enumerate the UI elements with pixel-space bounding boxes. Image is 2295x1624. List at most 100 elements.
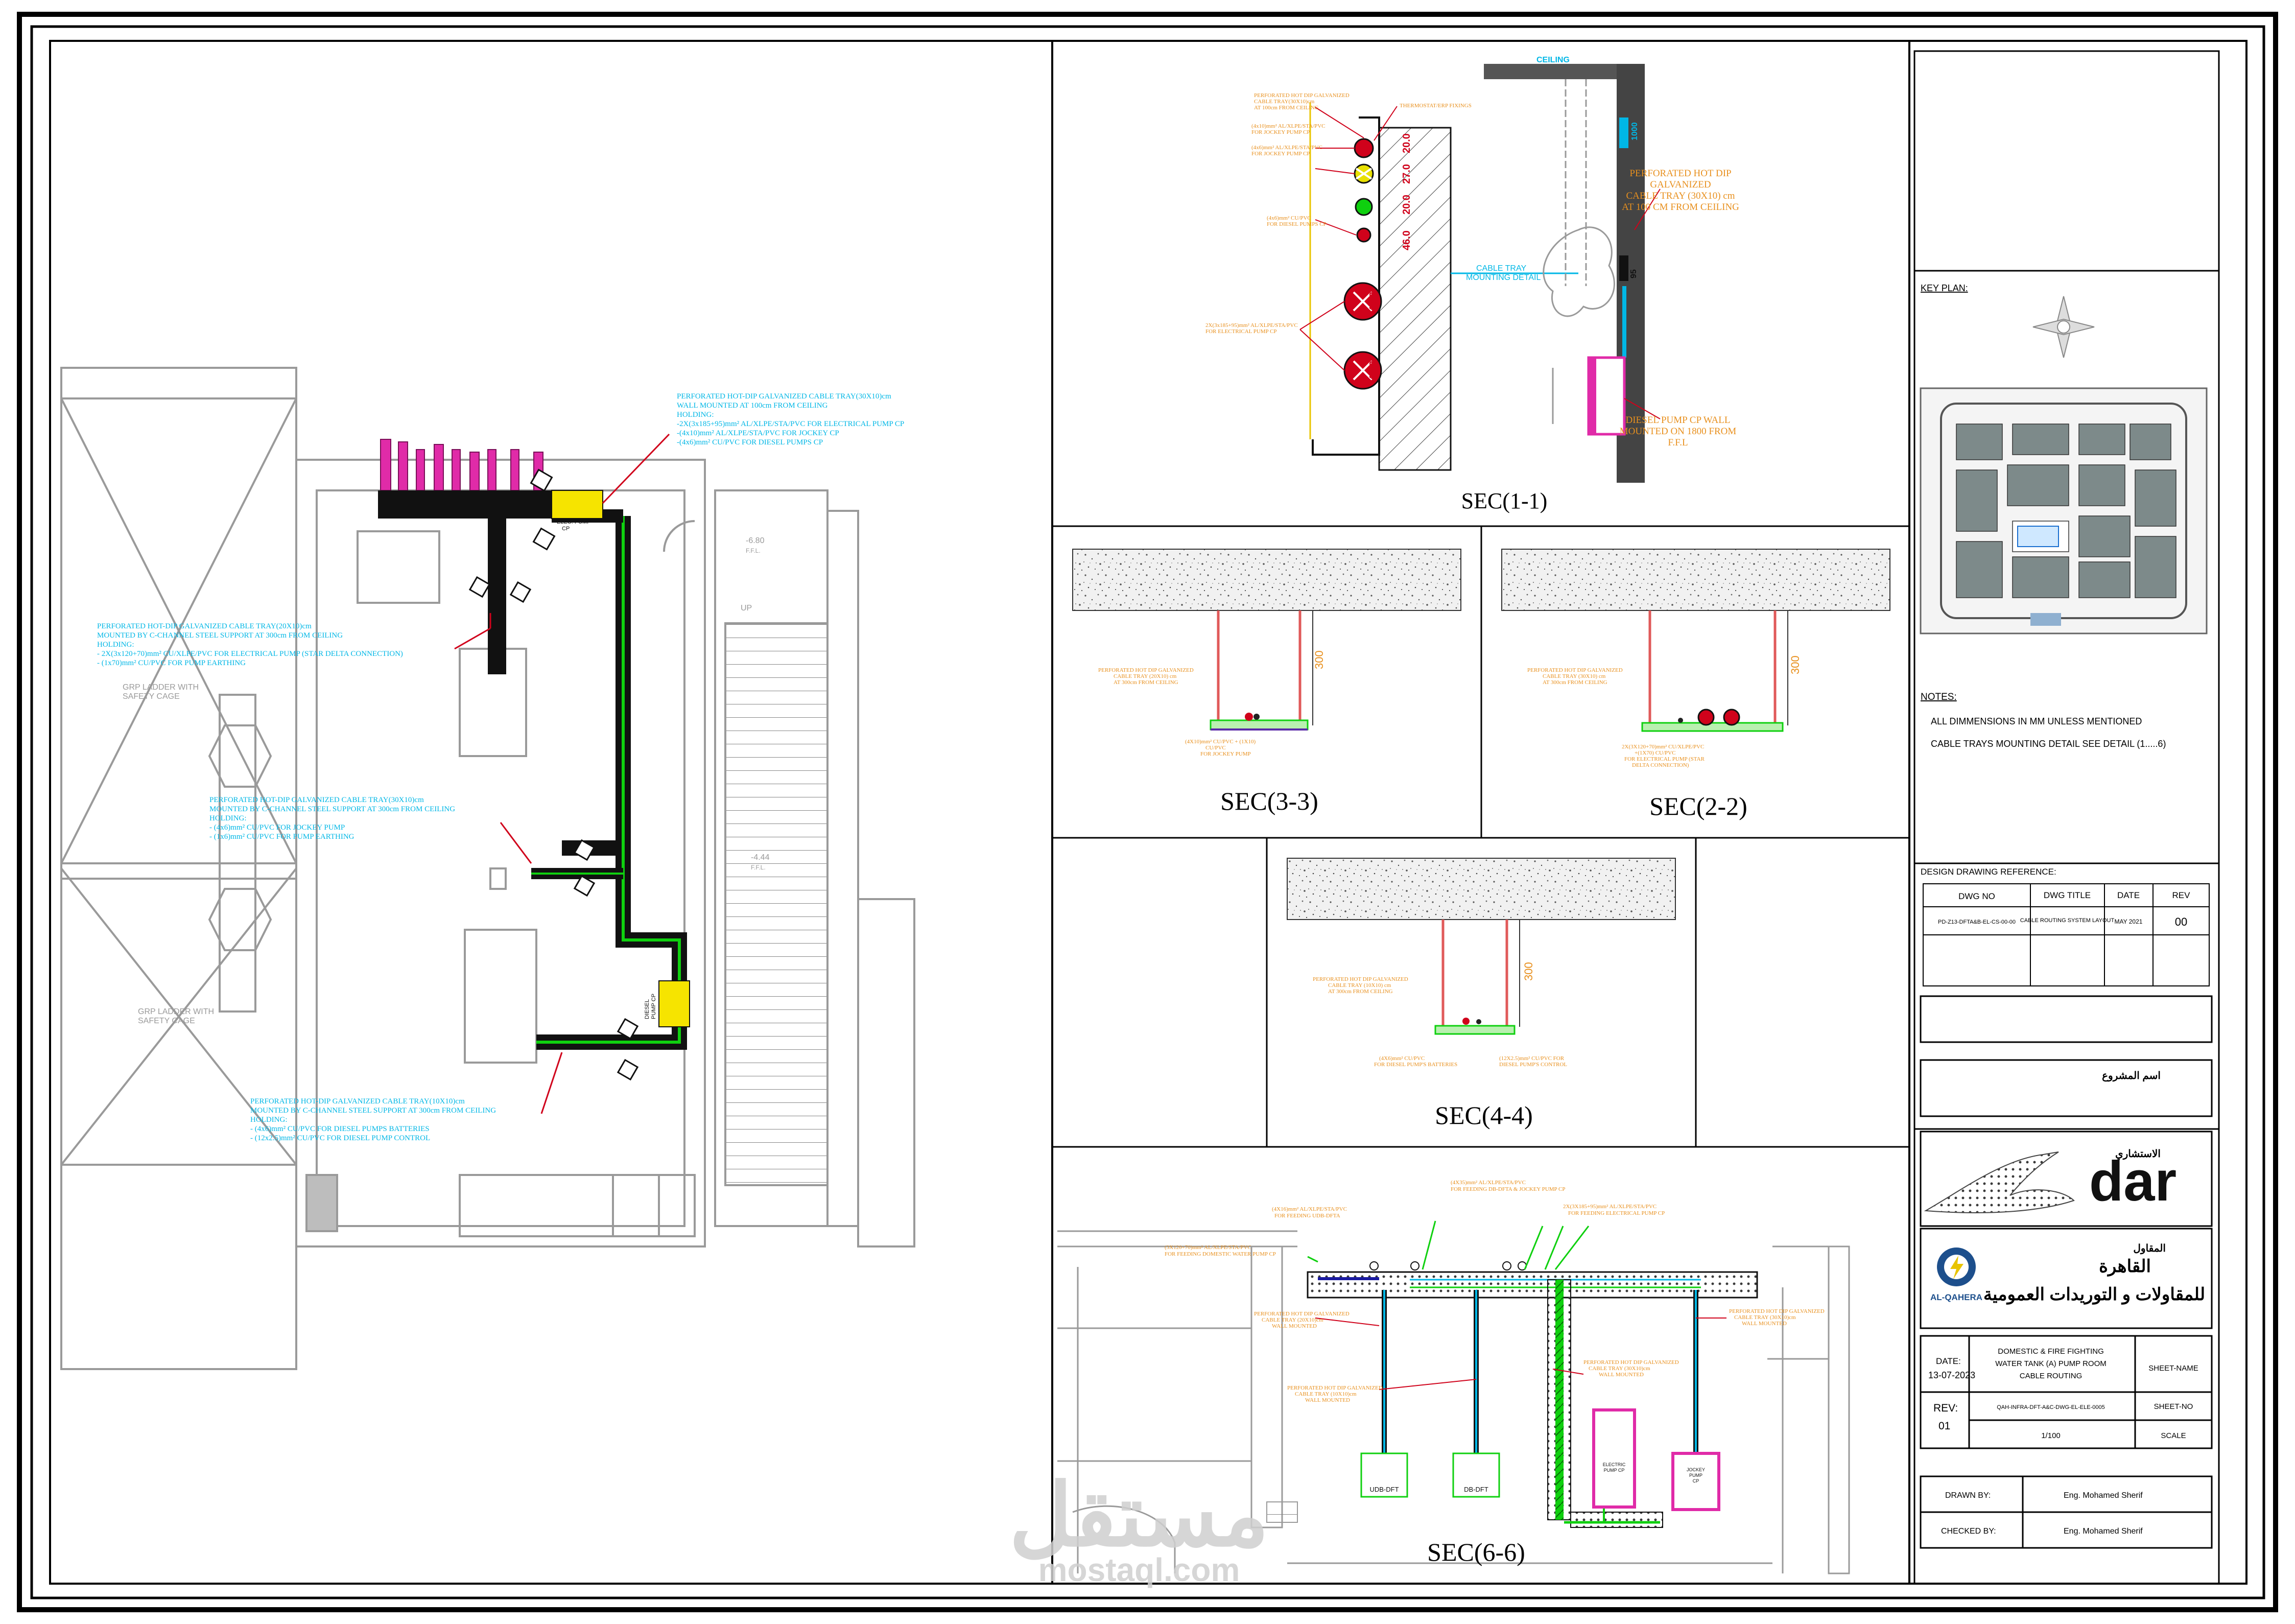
- date-value: 13-07-2023: [1928, 1370, 1975, 1380]
- date-label: DATE:: [1936, 1356, 1961, 1366]
- cable-tray-detail-label: CABLE TRAY MOUNTING DETAIL: [1466, 264, 1541, 282]
- sec33-cable-label: (4X10)mm² CU/PVC + (1X10) CU/PVC FOR JOCKE…: [1185, 739, 1256, 757]
- ref-header-date: DATE: [2117, 890, 2140, 900]
- sec44-tray-label: PERFORATED HOT DIP GALVANIZED CABLE TRAY …: [1313, 976, 1408, 995]
- stair-up-label: UP: [741, 604, 752, 613]
- dim-1: 20.0: [1401, 133, 1412, 153]
- ref-header-dwgno: DWG NO: [1958, 891, 1995, 901]
- sec44-cable-left: (4X6)mm² CU/PVC FOR DIESEL PUMP'S BATTERI…: [1374, 1055, 1457, 1068]
- sec66-label-1: (4X35)mm² AL/XLPE/STA/PVC FOR FEEDING DB-…: [1451, 1180, 1565, 1192]
- key-plan-title: KEY PLAN:: [1921, 283, 1968, 293]
- sheet-no-value: QAH-INFRA-DFT-A&C-DWG-EL-ELE-0005: [1997, 1404, 2104, 1410]
- level-2-ffl: F.F.L.: [751, 864, 766, 871]
- scale-label: SCALE: [2161, 1431, 2186, 1440]
- sec22-title: SEC(2-2): [1649, 792, 1747, 820]
- contractor-name-1: القاهرة: [2099, 1257, 2151, 1277]
- rev-label: REV:: [1933, 1402, 1958, 1414]
- sec11-label-1: PERFORATED HOT DIP GALVANIZED CABLE TRAY(…: [1254, 92, 1350, 111]
- ref-rev: 00: [2175, 915, 2187, 928]
- ref-date: MAY 2021: [2115, 918, 2143, 925]
- sec66-label-2: (4X16)mm² AL/XLPE/STA/PVC FOR FEEDING UDB…: [1272, 1206, 1347, 1219]
- sec11-title: SEC(1-1): [1461, 488, 1548, 513]
- contractor-label: المقاول: [2133, 1243, 2166, 1255]
- elec-pump-cp-label: ELEC. PUMP CP: [557, 519, 591, 532]
- sec44-title: SEC(4-4): [1435, 1101, 1533, 1129]
- ref-header-title: DWG TITLE: [2044, 890, 2091, 900]
- sec22-tray-label: PERFORATED HOT DIP GALVANIZED CABLE TRAY …: [1527, 667, 1623, 686]
- sec11-label-3: (4x6)mm² AL/XLPE/STA/PVC FOR JOCKEY PUMP …: [1251, 145, 1322, 157]
- project-label: اسم المشروع: [2102, 1070, 2161, 1082]
- dim-2: 27.0: [1401, 164, 1412, 184]
- db-dft-label: DB-DFT: [1464, 1486, 1488, 1493]
- note-1: ALL DIMMENSIONS IN MM UNLESS MENTIONED: [1931, 716, 2142, 726]
- dim-mid: 95: [1629, 269, 1638, 278]
- sec22-dim: 300: [1789, 655, 1802, 674]
- ref-header-rev: REV: [2172, 890, 2191, 900]
- sheet-no-label: SHEET-NO: [2154, 1402, 2193, 1411]
- tray-bottom-label: PERFORATED HOT-DIP GALVANIZED CABLE TRAY…: [250, 1097, 496, 1142]
- diesel-pump-cp-label: DIESELPUMP CP: [644, 994, 657, 1019]
- note-2: CABLE TRAYS MOUNTING DETAIL SEE DETAIL (…: [1931, 739, 2166, 749]
- udb-dft-label: UDB-DFT: [1369, 1486, 1399, 1493]
- elec-cp-label: ELECTRIC PUMP CP: [1603, 1462, 1626, 1473]
- section-2-2: 300 PERFORATED HOT DIP GALVANIZED CABLE T…: [1501, 549, 1890, 820]
- sec66-title: SEC(6-6): [1427, 1538, 1525, 1566]
- sec11-label-2: (4x10)mm² AL/XLPE/STA/PVC FOR JOCKEY PUMP…: [1251, 123, 1326, 135]
- consultant-logo-mark: [1924, 1151, 2075, 1213]
- dim-top: 1000: [1630, 122, 1639, 140]
- ref-dwgno: PD-Z13-DFTA&B-EL-CS-00-00: [1938, 919, 2016, 925]
- rev-value: 01: [1938, 1420, 1950, 1432]
- ceiling-label: CEILING: [1536, 56, 1570, 64]
- sec33-dim: 300: [1313, 650, 1326, 669]
- dim-6: 48.2: [1368, 361, 1379, 381]
- sec11-label-5: 2X(3x185+95)mm² AL/XLPE/STA/PVC FOR ELECT…: [1205, 322, 1298, 335]
- sheet-title: DOMESTIC & FIRE FIGHTING WATER TANK (A) P…: [1995, 1347, 2107, 1380]
- section-4-4: 300 PERFORATED HOT DIP GALVANIZED CABLE T…: [1287, 858, 1676, 1129]
- dim-4: 46.0: [1401, 230, 1412, 250]
- tray-left-label: PERFORATED HOT-DIP GALVANIZED CABLE TRAY…: [97, 622, 403, 667]
- dim-5: 48.2: [1368, 292, 1379, 312]
- sec33-tray-label: PERFORATED HOT DIP GALVANIZED CABLE TRAY …: [1098, 667, 1194, 686]
- ladder-label-1: GRP LADDER WITH SAFETY CAGE: [123, 683, 199, 701]
- level-1-ffl: F.F.L.: [746, 547, 761, 554]
- electric-pump-cp-box: [1592, 1408, 1636, 1509]
- contractor-logo-text: AL-QAHERA: [1930, 1292, 1982, 1302]
- watermark-arabic: مستقل: [1009, 1467, 1269, 1564]
- sec66-tray-2: PERFORATED HOT DIP GALVANIZED CABLE TRAY …: [1287, 1385, 1383, 1403]
- checked-by-label: CHECKED BY:: [1941, 1527, 1996, 1536]
- contractor-name-2: للمقاولات و التوريدات العمومية: [1983, 1285, 2205, 1305]
- sec66-tray-3: PERFORATED HOT DIP GALVANIZED CABLE TRAY …: [1583, 1359, 1679, 1378]
- drawn-by-label: DRAWN BY:: [1945, 1491, 1991, 1500]
- ref-title: CABLE ROUTING SYSTEM LAYOUT: [2020, 917, 2115, 924]
- drawn-by-value: Eng. Mohamed Sherif: [2064, 1491, 2143, 1500]
- consultant-logo: dar: [2089, 1150, 2176, 1213]
- pump-room-plan: PERFORATED HOT-DIP GALVANIZED CABLE TRAY…: [60, 367, 915, 1370]
- key-plan-map: [1920, 387, 2208, 634]
- sec33-title: SEC(3-3): [1220, 787, 1318, 815]
- notes-title: NOTES:: [1921, 692, 1957, 702]
- section-1-1: 20.0 27.0 20.0 46.0 48.2 48.2 CEILING 10…: [1205, 56, 1739, 513]
- title-block: KEY PLAN: NOTES: ALL DIMMENSIONS IN MM U…: [1913, 50, 2220, 1585]
- signoff-table: [1920, 1475, 2213, 1549]
- drawing-sheet: PERFORATED HOT-DIP GALVANIZED CABLE TRAY…: [17, 12, 2278, 1612]
- watermark: مستقل mostaql.com: [1009, 1467, 1269, 1588]
- sec66-label-3: 2X(3X185+95)mm² AL/XLPE/STA/PVC FOR FEEDI…: [1563, 1204, 1665, 1216]
- design-ref-title: DESIGN DRAWING REFERENCE:: [1921, 867, 2056, 877]
- sec44-cable-right: (12X2.5)mm² CU/PVC FOR DIESEL PUMP'S CONT…: [1499, 1055, 1567, 1068]
- sec11-label-4: (4x6)mm² CU/PVC FOR DIESEL PUMPS CP: [1267, 215, 1327, 227]
- checked-by-value: Eng. Mohamed Sherif: [2064, 1527, 2143, 1536]
- ladder-label-2: GRP LADDER WITH SAFETY CAGE: [138, 1007, 214, 1025]
- tray-main-label: PERFORATED HOT-DIP GALVANIZED CABLE TRAY…: [677, 392, 904, 446]
- tray-mid-label: PERFORATED HOT-DIP GALVANIZED CABLE TRAY…: [209, 796, 455, 841]
- dim-3: 20.0: [1401, 195, 1412, 215]
- sec66-tray-4: PERFORATED HOT DIP GALVANIZED CABLE TRAY …: [1729, 1308, 1825, 1327]
- watermark-latin: mostaql.com: [1038, 1551, 1240, 1588]
- sec11-tray-label: PERFORATED HOT DIP GALVANIZED CABLE TRAY (…: [1622, 168, 1739, 213]
- sec22-cable-label: 2X(3X120+70)mm² CU/XLPE/PVC +(1X70) CU/PV…: [1622, 744, 1705, 768]
- level-1: -6.80: [746, 536, 765, 545]
- level-2: -4.44: [751, 853, 770, 862]
- contractor-logo-icon: AL-QAHERA: [1930, 1248, 1982, 1302]
- sec44-dim: 300: [1522, 962, 1535, 981]
- sheet-name-label: SHEET-NAME: [2148, 1364, 2198, 1373]
- sec11-label-top: THERMOSTAT/ERP FIXINGS: [1400, 103, 1472, 109]
